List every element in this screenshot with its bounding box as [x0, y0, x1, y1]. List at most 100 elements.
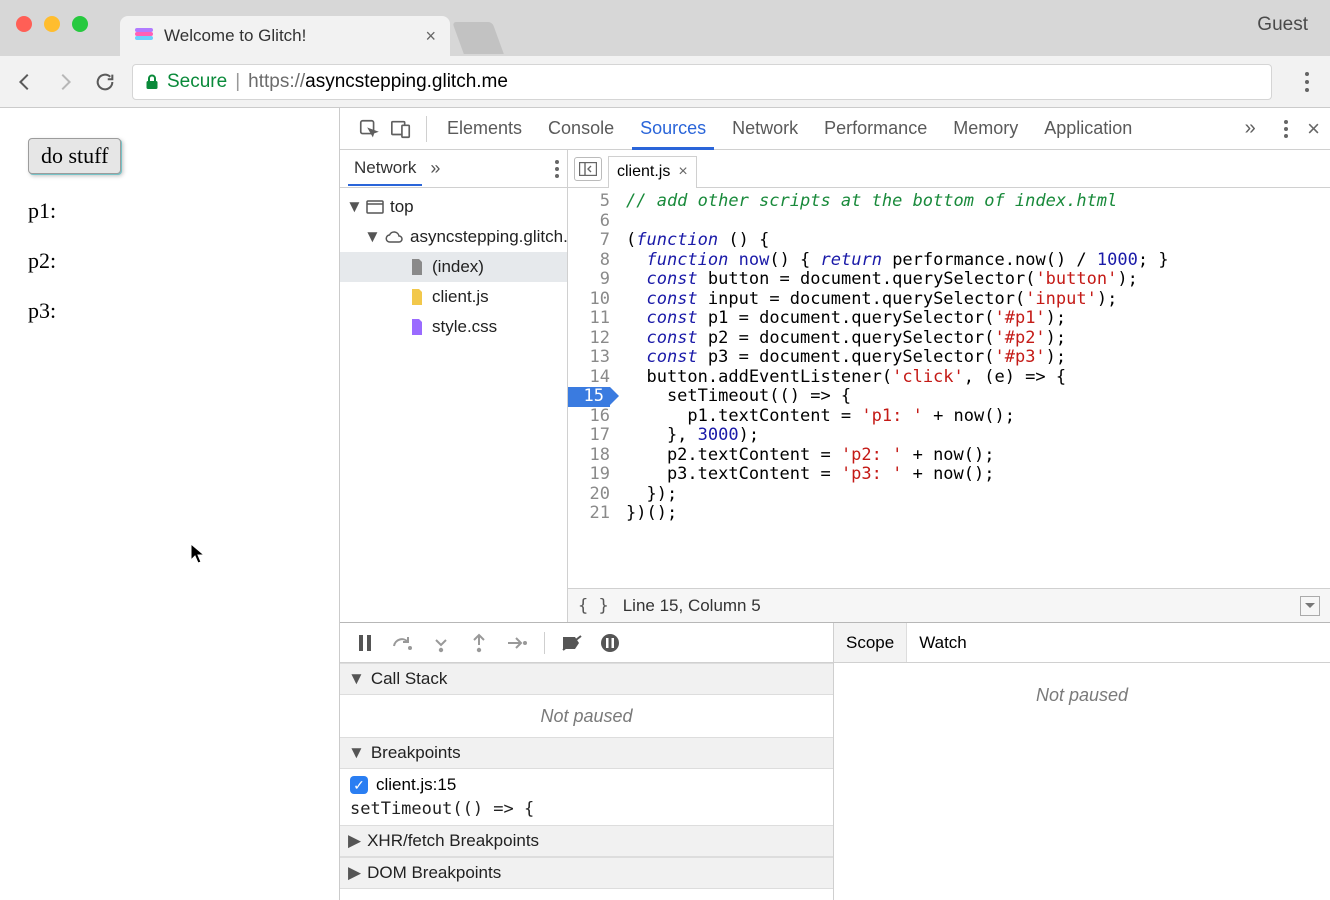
lock-icon: [145, 74, 159, 90]
sources-sidebar: Network » ▼ top ▼ asyncstepp: [340, 150, 568, 622]
tab-scope[interactable]: Scope: [834, 623, 907, 662]
toggle-navigator-icon[interactable]: [574, 157, 602, 181]
sidebar-menu-icon[interactable]: [555, 160, 559, 178]
editor-tab[interactable]: client.js ×: [608, 156, 697, 188]
scope-body: Not paused: [834, 663, 1330, 900]
devtools-tabbar: ElementsConsoleSourcesNetworkPerformance…: [340, 108, 1330, 150]
browser-toolbar: Secure | https://asyncstepping.glitch.me: [0, 56, 1330, 108]
p2-text: p2:: [28, 248, 311, 274]
tab-favicon: [134, 26, 154, 46]
reload-button[interactable]: [92, 69, 118, 95]
url-text: https://asyncstepping.glitch.me: [248, 71, 508, 93]
devtools-tab-performance[interactable]: Performance: [814, 110, 937, 147]
window-icon: [366, 200, 384, 214]
devtools-menu-icon[interactable]: [1271, 114, 1301, 144]
file-row[interactable]: client.js: [340, 282, 567, 312]
tree-label: asyncstepping.glitch.me: [410, 227, 567, 247]
editor-tab-close-icon[interactable]: ×: [678, 163, 687, 181]
address-bar[interactable]: Secure | https://asyncstepping.glitch.me: [132, 64, 1272, 100]
back-button[interactable]: [12, 69, 38, 95]
editor-status-bar: { } Line 15, Column 5: [568, 588, 1330, 622]
step-into-icon[interactable]: [428, 630, 454, 656]
cursor-position: Line 15, Column 5: [623, 596, 761, 616]
section-label: Call Stack: [371, 669, 448, 689]
callstack-body: Not paused: [340, 695, 833, 737]
file-label: style.css: [432, 317, 497, 337]
window-close-button[interactable]: [16, 16, 32, 32]
file-row[interactable]: style.css: [340, 312, 567, 342]
step-icon[interactable]: [504, 630, 530, 656]
browser-tab[interactable]: Welcome to Glitch! ×: [120, 16, 450, 56]
breakpoints-body: ✓ client.js:15 setTimeout(() => {: [340, 769, 833, 825]
tree-label: top: [390, 197, 414, 217]
secure-label: Secure: [167, 71, 227, 93]
new-tab-button[interactable]: [452, 22, 504, 54]
section-label: Breakpoints: [371, 743, 461, 763]
pause-on-exceptions-icon[interactable]: [597, 630, 623, 656]
window-minimize-button[interactable]: [44, 16, 60, 32]
devtools-panel: ElementsConsoleSourcesNetworkPerformance…: [340, 108, 1330, 900]
window-controls: [16, 16, 88, 32]
sources-sidebar-tabs: Network »: [340, 150, 567, 188]
file-icon: [408, 317, 426, 337]
breakpoints-header[interactable]: ▼Breakpoints: [340, 737, 833, 769]
code-editor: client.js × 5678910111213141516171819202…: [568, 150, 1330, 622]
tree-row-origin[interactable]: ▼ asyncstepping.glitch.me: [340, 222, 567, 252]
tab-close-button[interactable]: ×: [425, 26, 436, 47]
line-gutter[interactable]: 56789101112131415161718192021: [568, 188, 616, 588]
devtools-tab-application[interactable]: Application: [1034, 110, 1142, 147]
breakpoint-snippet: setTimeout(() => {: [350, 799, 823, 819]
file-row[interactable]: (index): [340, 252, 567, 282]
window-zoom-button[interactable]: [72, 16, 88, 32]
coverage-toggle-icon[interactable]: [1300, 596, 1320, 616]
breakpoint-checkbox[interactable]: ✓: [350, 776, 368, 794]
cloud-icon: [384, 230, 404, 244]
page-viewport: do stuff p1: p2: p3:: [0, 108, 340, 900]
forward-button[interactable]: [52, 69, 78, 95]
scope-watch-tabs: Scope Watch: [834, 623, 1330, 663]
step-over-icon[interactable]: [390, 630, 416, 656]
inspect-element-icon[interactable]: [354, 114, 384, 144]
pause-icon[interactable]: [352, 630, 378, 656]
file-icon: [408, 287, 426, 307]
file-label: (index): [432, 257, 484, 277]
cursor-icon: [190, 543, 206, 565]
section-label: XHR/fetch Breakpoints: [367, 831, 539, 851]
tree-row-top[interactable]: ▼ top: [340, 192, 567, 222]
browser-menu-button[interactable]: [1296, 72, 1318, 92]
p1-text: p1:: [28, 198, 311, 224]
pretty-print-icon[interactable]: { }: [578, 596, 609, 616]
devtools-tab-network[interactable]: Network: [722, 110, 808, 147]
more-tabs-icon[interactable]: »: [1235, 114, 1265, 144]
debugger-panel: ▼Call Stack Not paused ▼Breakpoints ✓ cl…: [340, 622, 1330, 900]
editor-tab-label: client.js: [617, 163, 670, 181]
callstack-header[interactable]: ▼Call Stack: [340, 663, 833, 695]
devtools-tab-elements[interactable]: Elements: [437, 110, 532, 147]
device-toolbar-icon[interactable]: [386, 114, 416, 144]
editor-tabbar: client.js ×: [568, 150, 1330, 188]
file-icon: [408, 257, 426, 277]
p3-text: p3:: [28, 298, 311, 324]
devtools-tab-memory[interactable]: Memory: [943, 110, 1028, 147]
file-label: client.js: [432, 287, 489, 307]
devtools-close-button[interactable]: ×: [1307, 116, 1320, 142]
file-tree: ▼ top ▼ asyncstepping.glitch.me (index) c…: [340, 188, 567, 622]
breakpoint-label[interactable]: client.js:15: [376, 775, 456, 795]
browser-tab-strip: Welcome to Glitch! × Guest: [0, 0, 1330, 56]
profile-label[interactable]: Guest: [1257, 14, 1308, 36]
tab-title: Welcome to Glitch!: [164, 26, 415, 46]
section-label: DOM Breakpoints: [367, 863, 501, 883]
more-sidebar-tabs-icon[interactable]: »: [430, 158, 440, 179]
sidebar-tab-network[interactable]: Network: [348, 152, 422, 186]
code-area[interactable]: // add other scripts at the bottom of in…: [616, 188, 1330, 588]
deactivate-breakpoints-icon[interactable]: [559, 630, 585, 656]
step-out-icon[interactable]: [466, 630, 492, 656]
do-stuff-button[interactable]: do stuff: [28, 138, 121, 174]
devtools-tab-sources[interactable]: Sources: [630, 110, 716, 147]
xhr-breakpoints-header[interactable]: ▶XHR/fetch Breakpoints: [340, 825, 833, 857]
devtools-tab-console[interactable]: Console: [538, 110, 624, 147]
dom-breakpoints-header[interactable]: ▶DOM Breakpoints: [340, 857, 833, 889]
tab-watch[interactable]: Watch: [907, 623, 979, 662]
debugger-toolbar: [340, 623, 833, 663]
url-divider: |: [235, 71, 240, 93]
